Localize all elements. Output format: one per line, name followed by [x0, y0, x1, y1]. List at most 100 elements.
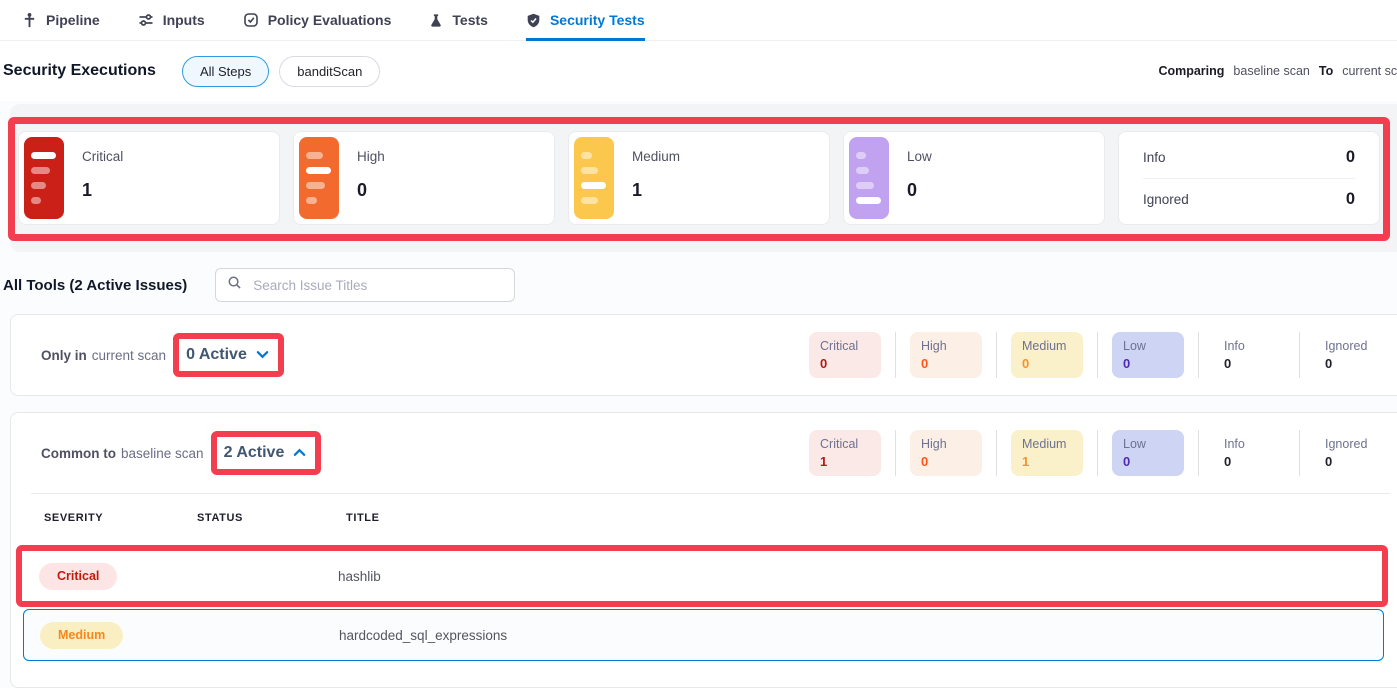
chip-label: Critical: [820, 339, 870, 353]
chip-medium: Medium 0: [1011, 332, 1083, 378]
divider: [1198, 430, 1199, 476]
ignored-label: Ignored: [1143, 192, 1189, 207]
chip-label: Ignored: [1325, 437, 1375, 451]
active-count-label: 0 Active: [186, 346, 247, 364]
card-count: 0: [907, 180, 932, 201]
chip-info: Info 0: [1213, 430, 1285, 476]
high-gauge-icon: [299, 137, 339, 219]
divider: [1299, 332, 1300, 378]
all-tools-title: All Tools (2 Active Issues): [3, 277, 187, 294]
chip-count: 0: [921, 454, 971, 469]
low-gauge-icon: [849, 137, 889, 219]
severity-badge-medium: Medium: [40, 622, 123, 649]
chip-label: Low: [1123, 339, 1173, 353]
divider: [996, 430, 997, 476]
chip-count: 0: [1325, 356, 1375, 371]
tab-pipeline[interactable]: Pipeline: [22, 0, 100, 41]
comparing-label: Comparing: [1158, 64, 1224, 78]
active-count-label: 2 Active: [224, 444, 285, 462]
chip-label: Info: [1224, 339, 1274, 353]
section-label-bold: Only in: [41, 348, 87, 363]
chip-label: Medium: [1022, 437, 1072, 451]
chevron-up-icon: [293, 444, 306, 462]
medium-gauge-icon: [574, 137, 614, 219]
security-tests-icon: [526, 13, 541, 28]
baseline-scan-value[interactable]: baseline scan: [1233, 64, 1309, 78]
tab-label: Pipeline: [46, 12, 100, 28]
top-nav: Pipeline Inputs Policy Evaluations Tests…: [0, 0, 1397, 41]
chip-label: High: [921, 437, 971, 451]
current-scan-value[interactable]: current scan: [1342, 64, 1397, 78]
critical-gauge-icon: [24, 137, 64, 219]
to-label: To: [1319, 64, 1333, 78]
chip-ignored: Ignored 0: [1314, 430, 1386, 476]
chip-label: High: [921, 339, 971, 353]
active-count-dropdown[interactable]: 2 Active: [220, 442, 311, 464]
column-severity: SEVERITY: [44, 512, 197, 524]
card-count: 1: [632, 180, 680, 201]
chip-critical: Critical 1: [809, 430, 881, 476]
search-input[interactable]: [251, 277, 503, 294]
section-only-in-current-scan: Only in current scan 0 Active Critical 0…: [10, 314, 1397, 396]
issues-table-header: SEVERITY STATUS TITLE: [11, 494, 1397, 542]
page-title: Security Executions: [3, 62, 156, 80]
info-count: 0: [1346, 148, 1355, 167]
issues-table-body: Critical hashlib Medium hardcoded_sql_ex…: [11, 542, 1397, 661]
divider: [1198, 332, 1199, 378]
chip-ignored: Ignored 0: [1314, 332, 1386, 378]
chevron-down-icon: [256, 346, 269, 364]
issue-search[interactable]: [215, 268, 515, 302]
chip-medium: Medium 1: [1011, 430, 1083, 476]
issue-row-hardcoded-sql-expressions[interactable]: Medium hardcoded_sql_expressions: [23, 609, 1384, 661]
chip-count: 0: [1022, 356, 1072, 371]
info-label: Info: [1143, 150, 1166, 165]
section-common-to-baseline-scan: Common to baseline scan 2 Active Critica…: [10, 412, 1397, 688]
card-label: Medium: [632, 149, 680, 164]
active-count-dropdown[interactable]: 0 Active: [182, 344, 273, 366]
filter-label: All Steps: [200, 64, 251, 79]
search-icon: [227, 275, 242, 295]
chip-label: Info: [1224, 437, 1274, 451]
severity-chips: Critical 1 High 0 Medium 1 Low 0 Info 0: [809, 430, 1386, 476]
ignored-count: 0: [1346, 190, 1355, 209]
executions-header: Security Executions All Steps banditScan…: [0, 41, 1397, 101]
divider: [996, 332, 997, 378]
tab-security-tests[interactable]: Security Tests: [526, 0, 645, 41]
severity-summary-band: Critical 1 High 0 Medium 1: [10, 104, 1397, 252]
tab-inputs[interactable]: Inputs: [138, 0, 205, 41]
card-label: Critical: [82, 149, 123, 164]
ignored-row: Ignored 0: [1143, 179, 1355, 220]
chip-count: 1: [1022, 454, 1072, 469]
filter-all-steps[interactable]: All Steps: [182, 56, 269, 87]
section-label-rest: baseline scan: [121, 446, 204, 461]
chip-count: 0: [1224, 454, 1274, 469]
chip-low: Low 0: [1112, 332, 1184, 378]
filter-banditscan[interactable]: banditScan: [279, 56, 380, 87]
chip-high: High 0: [910, 332, 982, 378]
severity-cell: Critical: [23, 563, 187, 590]
tests-icon: [429, 13, 443, 28]
comparing-text: Comparing baseline scan To current scan: [1158, 64, 1397, 78]
summary-card-info-ignored: Info 0 Ignored 0: [1118, 131, 1380, 225]
card-count: 0: [357, 180, 385, 201]
tab-policy-evaluations[interactable]: Policy Evaluations: [243, 0, 392, 41]
card-count: 1: [82, 180, 123, 201]
divider: [895, 332, 896, 378]
issue-row-hashlib[interactable]: Critical hashlib: [23, 550, 1384, 602]
chip-label: Medium: [1022, 339, 1072, 353]
pipeline-icon: [22, 13, 37, 28]
policy-evaluations-icon: [243, 12, 259, 28]
chip-count: 0: [1123, 356, 1173, 371]
card-label: High: [357, 149, 385, 164]
issue-title: hashlib: [338, 569, 1384, 584]
all-tools-row: All Tools (2 Active Issues): [0, 252, 1397, 314]
tab-tests[interactable]: Tests: [429, 0, 488, 41]
chip-count: 0: [1325, 454, 1375, 469]
chip-count: 0: [1224, 356, 1274, 371]
chip-low: Low 0: [1112, 430, 1184, 476]
chip-high: High 0: [910, 430, 982, 476]
section-label-rest: current scan: [92, 348, 166, 363]
chip-label: Critical: [820, 437, 870, 451]
info-row: Info 0: [1143, 137, 1355, 178]
chip-label: Ignored: [1325, 339, 1375, 353]
